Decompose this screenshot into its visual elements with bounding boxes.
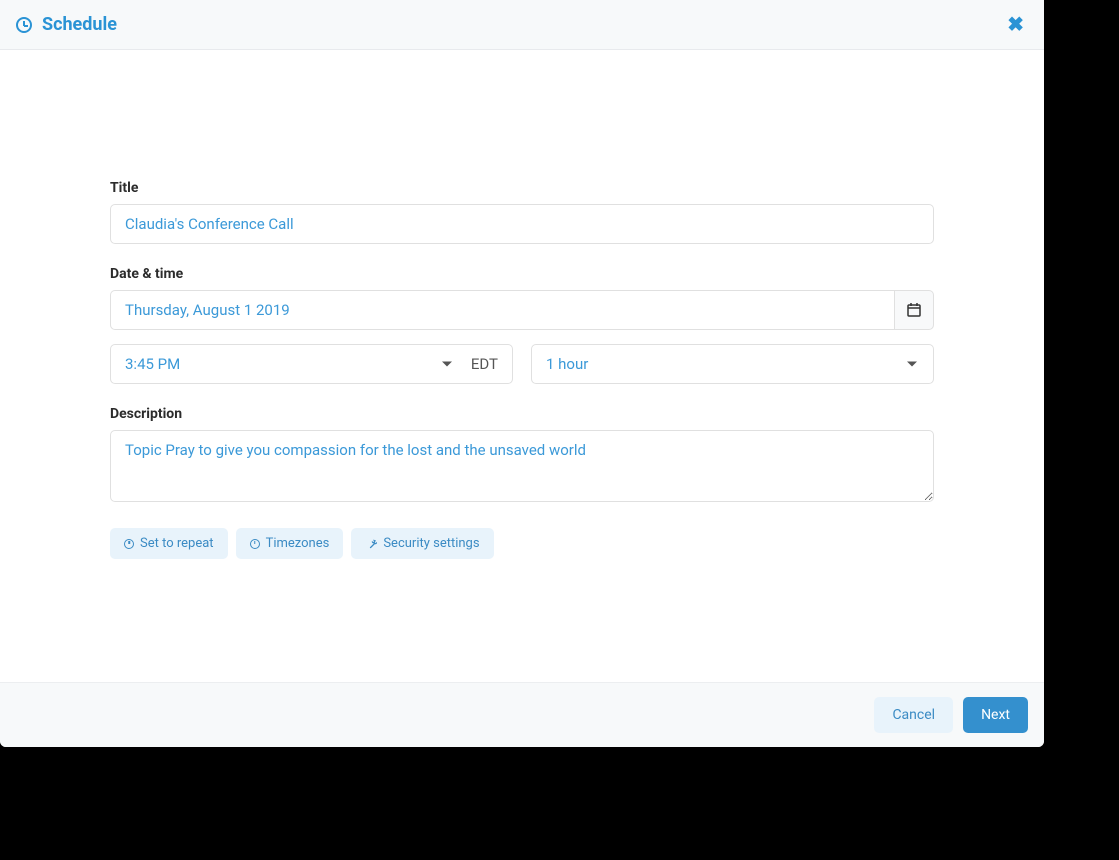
title-label: Title (110, 180, 934, 196)
duration-select: 1 hour (532, 345, 933, 383)
calendar-picker-button[interactable] (894, 290, 934, 330)
cancel-button[interactable]: Cancel (874, 697, 953, 733)
clock-icon (16, 17, 32, 33)
modal-title: Schedule (42, 14, 117, 35)
title-group: Title (110, 180, 934, 244)
time-select: 3:45 PM (111, 345, 457, 383)
modal-body: Title Date & time (0, 50, 1044, 682)
wrench-icon (365, 538, 377, 550)
modal-title-wrap: Schedule (16, 14, 117, 35)
security-label: Security settings (383, 536, 479, 551)
clock-icon (124, 539, 134, 549)
schedule-modal: Schedule ✖ Title Date & time (0, 0, 1044, 747)
title-input[interactable] (110, 204, 934, 244)
set-to-repeat-button[interactable]: Set to repeat (110, 528, 228, 559)
description-label: Description (110, 406, 934, 422)
time-select-wrap[interactable]: 3:45 PM EDT (110, 344, 513, 384)
datetime-label: Date & time (110, 266, 934, 282)
duration-select-wrap[interactable]: 1 hour (531, 344, 934, 384)
next-button[interactable]: Next (963, 697, 1028, 733)
calendar-icon (906, 302, 922, 318)
close-icon: ✖ (1007, 14, 1024, 36)
timezone-label: EDT (457, 355, 512, 373)
datetime-group: Date & time 3:45 PM EDT (110, 266, 934, 384)
description-textarea[interactable]: Topic Pray to give you compassion for th… (110, 430, 934, 502)
close-button[interactable]: ✖ (1003, 12, 1028, 37)
date-row (110, 290, 934, 330)
date-input[interactable] (110, 290, 894, 330)
repeat-label: Set to repeat (140, 536, 214, 551)
modal-header: Schedule ✖ (0, 0, 1044, 50)
description-group: Description Topic Pray to give you compa… (110, 406, 934, 506)
modal-footer: Cancel Next (0, 682, 1044, 747)
action-chips: Set to repeat Timezones Security setting… (110, 528, 934, 559)
clock-icon (250, 539, 260, 549)
security-settings-button[interactable]: Security settings (351, 528, 493, 559)
timezones-label: Timezones (266, 536, 330, 551)
time-row: 3:45 PM EDT 1 hour (110, 344, 934, 384)
timezones-button[interactable]: Timezones (236, 528, 344, 559)
